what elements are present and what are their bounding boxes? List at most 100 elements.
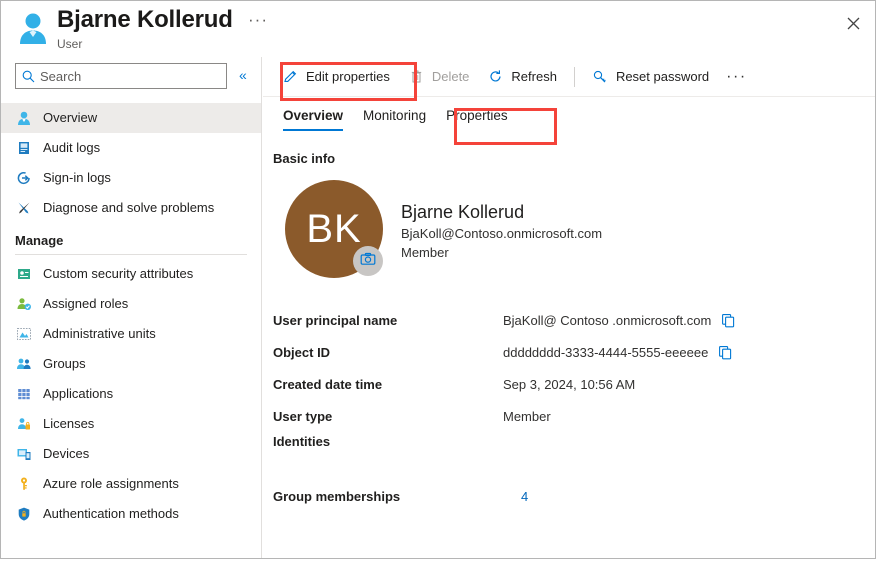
sidebar-item-custom-security-attributes[interactable]: Custom security attributes: [1, 259, 261, 289]
blade-header: Bjarne Kollerud User ···: [1, 1, 875, 57]
key-icon: [15, 475, 33, 493]
security-attribute-icon: [15, 265, 33, 283]
wrench-screwdriver-icon: [15, 199, 33, 217]
title-block: Bjarne Kollerud User: [57, 5, 233, 52]
user-blade-window: Bjarne Kollerud User ··· Search « Overvi…: [0, 0, 876, 559]
property-label: Created date time: [273, 376, 383, 392]
sidebar-item-overview[interactable]: Overview: [1, 103, 261, 133]
pencil-icon: [282, 68, 299, 85]
copy-icon[interactable]: [721, 313, 736, 328]
group-memberships-label: Group memberships: [273, 488, 401, 504]
identity-upn: BjaKoll@Contoso.onmicrosoft.com: [401, 226, 603, 241]
property-value: Sep 3, 2024, 10:56 AM: [503, 376, 636, 392]
toolbar-more-menu-icon[interactable]: ···: [718, 68, 754, 84]
key-search-icon: [592, 68, 609, 85]
delete-label: Delete: [431, 69, 470, 84]
property-label: User type: [273, 408, 333, 424]
sidebar-item-label: Devices: [43, 446, 90, 461]
refresh-icon: [487, 68, 504, 85]
property-value: BjaKoll@ Contoso .onmicrosoft.com: [503, 312, 712, 328]
trash-icon: [408, 68, 425, 85]
property-value-wrapper: BjaKoll@ Contoso .onmicrosoft.com: [503, 313, 736, 328]
refresh-button[interactable]: Refresh: [478, 62, 566, 92]
sidebar-group-header: Manage: [15, 233, 64, 248]
delete-button[interactable]: Delete: [399, 62, 479, 92]
property-row-group-memberships: Group memberships 4: [273, 480, 875, 512]
main-panel: Edit properties Delete Refresh Reset pas…: [263, 57, 875, 558]
refresh-label: Refresh: [511, 69, 557, 84]
copy-icon[interactable]: [718, 345, 733, 360]
sign-in-icon: [15, 169, 33, 187]
user-avatar-icon: [17, 11, 49, 45]
sidebar-item-applications[interactable]: Applications: [1, 379, 261, 409]
property-value-wrapper: dddddddd-3333-4444-5555-eeeeee: [503, 345, 733, 360]
property-row-user-principal-name: User principal name BjaKoll@ Contoso .on…: [273, 304, 875, 336]
edit-properties-label: Edit properties: [306, 69, 390, 84]
identity-display-name: Bjarne Kollerud: [401, 202, 525, 222]
sidebar-item-azure-role-assignments[interactable]: Azure role assignments: [1, 469, 261, 499]
toolbar-separator: [573, 66, 575, 87]
command-bar: Edit properties Delete Refresh Reset pas…: [263, 57, 875, 97]
administrative-units-icon: [15, 325, 33, 343]
licenses-icon: [15, 415, 33, 433]
tab-monitoring[interactable]: Monitoring: [353, 103, 436, 131]
property-row-identities: Identities: [273, 432, 875, 480]
properties-list: User principal name BjaKoll@ Contoso .on…: [273, 304, 875, 512]
property-row-object-id: Object ID dddddddd-3333-4444-5555-eeeeee: [273, 336, 875, 368]
sidebar-item-licenses[interactable]: Licenses: [1, 409, 261, 439]
devices-icon: [15, 445, 33, 463]
sidebar-item-label: Assigned roles: [43, 296, 129, 311]
avatar-wrapper: BK: [285, 180, 383, 278]
assigned-roles-icon: [15, 295, 33, 313]
shield-lock-icon: [15, 505, 33, 523]
property-label: Identities: [273, 434, 331, 449]
search-icon: [22, 70, 35, 83]
collapse-sidebar-icon[interactable]: «: [239, 68, 247, 82]
reset-password-label: Reset password: [615, 69, 710, 84]
edit-properties-button[interactable]: Edit properties: [273, 62, 399, 92]
close-button[interactable]: [837, 11, 869, 41]
sidebar-item-devices[interactable]: Devices: [1, 439, 261, 469]
sidebar-item-assigned-roles[interactable]: Assigned roles: [1, 289, 261, 319]
group-memberships-count-link[interactable]: 4: [521, 489, 528, 504]
property-label: Object ID: [273, 344, 331, 360]
identity-user-type: Member: [401, 245, 449, 260]
reset-password-button[interactable]: Reset password: [583, 62, 718, 92]
sidebar-item-label: Administrative units: [43, 326, 156, 341]
identity-text: Bjarne Kollerud BjaKoll@Contoso.onmicros…: [401, 200, 602, 262]
search-input[interactable]: [40, 68, 210, 84]
property-row-user-type: User type Member: [273, 400, 875, 432]
sidebar-item-groups[interactable]: Groups: [1, 349, 261, 379]
property-row-created-date-time: Created date time Sep 3, 2024, 10:56 AM: [273, 368, 875, 400]
groups-icon: [15, 355, 33, 373]
sidebar-item-audit-logs[interactable]: Audit logs: [1, 133, 261, 163]
sidebar-item-authentication-methods[interactable]: Authentication methods: [1, 499, 261, 529]
close-icon: [847, 17, 860, 35]
header-more-menu-icon[interactable]: ···: [248, 11, 268, 28]
sidebar-item-label: Groups: [43, 356, 86, 371]
sidebar-item-label: Sign-in logs: [43, 170, 111, 185]
user-icon: [15, 109, 33, 127]
camera-icon: [360, 252, 376, 271]
change-photo-button[interactable]: [353, 246, 383, 276]
sidebar: « Overview: [1, 57, 262, 558]
sidebar-item-diagnose-and-solve-problems[interactable]: Diagnose and solve problems: [1, 193, 261, 223]
property-label: User principal name: [273, 312, 398, 328]
tab-bar: Overview Monitoring Properties: [263, 103, 875, 137]
property-value: Member: [503, 408, 551, 424]
sidebar-item-label: Licenses: [43, 416, 95, 431]
sidebar-search-row: «: [1, 57, 261, 101]
applications-grid-icon: [15, 385, 33, 403]
sidebar-item-sign-in-logs[interactable]: Sign-in logs: [1, 163, 261, 193]
page-title: Bjarne Kollerud: [57, 6, 233, 33]
tab-overview[interactable]: Overview: [273, 103, 353, 131]
sidebar-item-administrative-units[interactable]: Administrative units: [1, 319, 261, 349]
identity-block: BK Bjarne Kollerud BjaKoll@Contoso.onmic…: [285, 180, 875, 278]
sidebar-item-label: Diagnose and solve problems: [43, 200, 215, 215]
basic-info-heading: Basic info: [273, 151, 336, 166]
page-subtitle: User: [57, 37, 83, 51]
tab-properties[interactable]: Properties: [436, 103, 518, 131]
sidebar-item-label: Audit logs: [43, 140, 101, 155]
sidebar-item-label: Custom security attributes: [43, 266, 194, 281]
search-box[interactable]: [15, 63, 227, 89]
